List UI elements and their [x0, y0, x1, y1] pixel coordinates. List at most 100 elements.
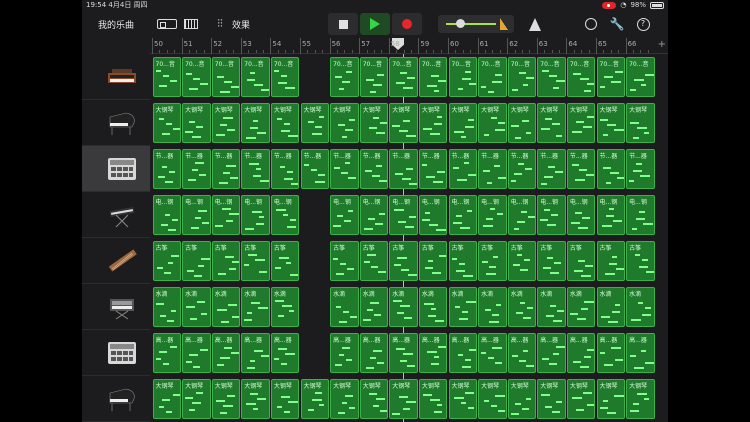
region[interactable]: 大钢琴 [626, 103, 655, 143]
region[interactable]: 水滴 [330, 287, 359, 327]
region[interactable]: 水滴 [596, 287, 626, 327]
region[interactable]: 节...器 [389, 149, 418, 189]
region[interactable]: 电...钢 [330, 195, 359, 235]
region[interactable]: 大钢琴 [389, 103, 418, 143]
region[interactable]: 古筝 [566, 241, 596, 281]
metronome-button[interactable] [526, 10, 544, 38]
region[interactable]: 古筝 [626, 241, 655, 281]
region[interactable]: 大钢琴 [478, 379, 507, 419]
track-header-beat-machine[interactable] [82, 330, 150, 376]
tracks-view-button[interactable] [182, 10, 200, 38]
track-lane-beat-machine[interactable]: 高...器 高...器 高...器 高...器 高...器 高...器 高...器 高...器… [150, 330, 668, 376]
region[interactable]: 70...音 [330, 57, 359, 97]
track-header-grand-piano-2[interactable] [82, 376, 150, 422]
region[interactable]: 水滴 [448, 287, 478, 327]
region[interactable]: 节...器 [152, 149, 182, 189]
region[interactable]: 节...器 [330, 149, 359, 189]
region[interactable]: 古筝 [182, 241, 211, 281]
track-lane-synth-pad[interactable]: 水滴 水滴 水滴 水滴 水滴 水滴 水滴 水滴 水滴 水滴 水滴 水滴 水滴 水滴 水滴 水滴 [150, 284, 668, 330]
region[interactable]: 古筝 [389, 241, 418, 281]
region[interactable]: 水滴 [270, 287, 300, 327]
region[interactable]: 电...钢 [389, 195, 418, 235]
region[interactable]: 电...钢 [418, 195, 448, 235]
region[interactable]: 70...音 [418, 57, 448, 97]
region[interactable]: 大钢琴 [330, 103, 359, 143]
region[interactable]: 电...钢 [448, 195, 478, 235]
region[interactable]: 高...器 [566, 333, 596, 373]
region[interactable]: 古筝 [418, 241, 448, 281]
region[interactable]: 大钢琴 [241, 103, 270, 143]
region[interactable]: 水滴 [478, 287, 507, 327]
track-header-keyboard[interactable] [82, 192, 150, 238]
region[interactable]: 高...器 [596, 333, 626, 373]
settings-button[interactable]: 🔧 [608, 10, 626, 38]
region[interactable]: 高...器 [152, 333, 182, 373]
region[interactable]: 水滴 [626, 287, 655, 327]
region[interactable]: 高...器 [626, 333, 655, 373]
region[interactable]: 大钢琴 [359, 103, 389, 143]
region[interactable]: 节...器 [448, 149, 478, 189]
region[interactable]: 70...音 [626, 57, 655, 97]
region[interactable]: 水滴 [241, 287, 270, 327]
browser-view-button[interactable] [156, 10, 178, 38]
track-lane-synth[interactable]: 70...音 70...音 70...音 70...音 70...音 70...音 70..… [150, 54, 668, 100]
region[interactable]: 大钢琴 [211, 379, 241, 419]
region[interactable]: 电...钢 [241, 195, 270, 235]
region[interactable]: 水滴 [211, 287, 241, 327]
loop-browser-button[interactable] [582, 10, 600, 38]
region[interactable]: 水滴 [537, 287, 566, 327]
region[interactable]: 70...音 [241, 57, 270, 97]
play-button[interactable] [360, 13, 390, 35]
region[interactable]: 大钢琴 [359, 379, 389, 419]
region[interactable]: 高...器 [182, 333, 211, 373]
region[interactable]: 电...钢 [537, 195, 566, 235]
region[interactable]: 大钢琴 [300, 379, 330, 419]
region[interactable]: 水滴 [389, 287, 418, 327]
region[interactable]: 70...音 [270, 57, 300, 97]
region[interactable]: 高...器 [507, 333, 537, 373]
master-volume-display[interactable] [438, 15, 514, 33]
region[interactable]: 水滴 [507, 287, 537, 327]
region[interactable]: 节...器 [211, 149, 241, 189]
region[interactable]: 大钢琴 [389, 379, 418, 419]
region[interactable]: 大钢琴 [182, 103, 211, 143]
region[interactable]: 古筝 [537, 241, 566, 281]
region[interactable]: 节...器 [300, 149, 330, 189]
region[interactable]: 高...器 [241, 333, 270, 373]
region[interactable]: 古筝 [152, 241, 182, 281]
region[interactable]: 70...音 [211, 57, 241, 97]
track-header-drum-machine[interactable] [82, 146, 150, 192]
region[interactable]: 大钢琴 [537, 379, 566, 419]
region[interactable]: 电...钢 [182, 195, 211, 235]
region[interactable]: 古筝 [507, 241, 537, 281]
region[interactable]: 大钢琴 [300, 103, 330, 143]
region[interactable]: 高...器 [389, 333, 418, 373]
region[interactable]: 节...器 [537, 149, 566, 189]
region[interactable]: 70...音 [152, 57, 182, 97]
region[interactable]: 水滴 [152, 287, 182, 327]
help-button[interactable]: ? [634, 10, 652, 38]
region[interactable]: 高...器 [448, 333, 478, 373]
region[interactable]: 70...音 [182, 57, 211, 97]
region[interactable]: 电...钢 [359, 195, 389, 235]
region[interactable]: 70...音 [537, 57, 566, 97]
region[interactable]: 水滴 [418, 287, 448, 327]
region[interactable]: 高...器 [418, 333, 448, 373]
region[interactable]: 电...钢 [152, 195, 182, 235]
region[interactable]: 古筝 [270, 241, 300, 281]
track-lane-grand-piano-2[interactable]: 大钢琴 大钢琴 大钢琴 大钢琴 大钢琴 大钢琴 大钢琴 大钢琴 大钢琴 大钢琴 大钢琴 大钢琴 大钢琴 大… [150, 376, 668, 422]
region[interactable]: 节...器 [359, 149, 389, 189]
region[interactable]: 大钢琴 [152, 103, 182, 143]
region[interactable]: 高...器 [211, 333, 241, 373]
region[interactable]: 70...音 [566, 57, 596, 97]
region[interactable]: 大钢琴 [211, 103, 241, 143]
region[interactable]: 古筝 [448, 241, 478, 281]
region[interactable]: 大钢琴 [270, 379, 300, 419]
region[interactable]: 大钢琴 [566, 379, 596, 419]
region[interactable]: 节...器 [566, 149, 596, 189]
region[interactable]: 节...器 [478, 149, 507, 189]
track-header-guzheng[interactable] [82, 238, 150, 284]
region[interactable]: 大钢琴 [537, 103, 566, 143]
region[interactable]: 高...器 [537, 333, 566, 373]
region[interactable]: 水滴 [182, 287, 211, 327]
